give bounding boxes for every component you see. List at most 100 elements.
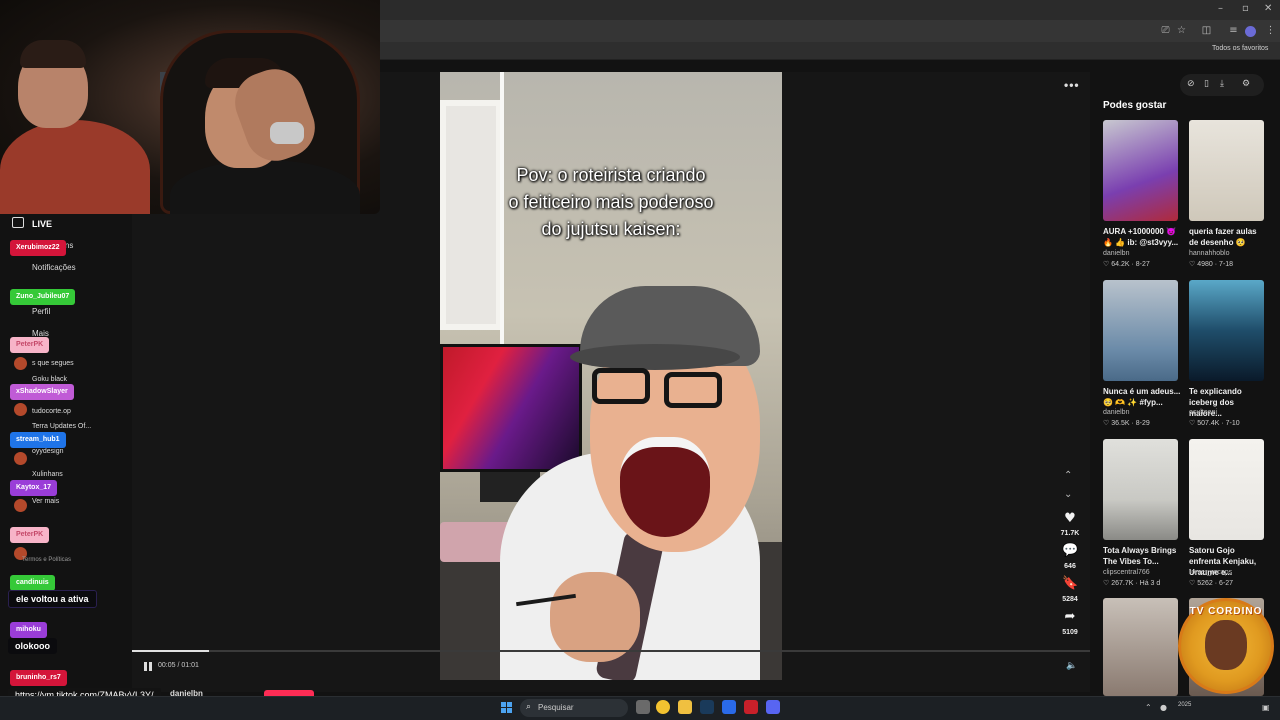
download-icon[interactable]: ⤓ bbox=[1220, 79, 1224, 89]
rec-title[interactable]: AURA +1000000 😈 🔥 👍 ib: @st3vyy... bbox=[1103, 226, 1181, 248]
minimize-icon[interactable]: – bbox=[1218, 3, 1223, 14]
rec-thumb-fill bbox=[1103, 280, 1178, 381]
all-bookmarks-link[interactable]: Todos os favoritos bbox=[1212, 45, 1268, 52]
sidebar-toggle-icon[interactable]: ≡ bbox=[1228, 25, 1239, 36]
extensions-icon[interactable]: ◫ bbox=[1201, 25, 1212, 36]
obs-icon[interactable] bbox=[744, 700, 758, 714]
rec-thumbnail-1[interactable] bbox=[1103, 120, 1178, 221]
following-heading: s que segues bbox=[32, 360, 74, 367]
rec-author[interactable]: hannahhoblo bbox=[1189, 250, 1230, 257]
following-account[interactable]: Xulinhans bbox=[32, 471, 63, 478]
tray-clock[interactable]: 2025 bbox=[1178, 702, 1191, 708]
star-bookmark-icon[interactable]: ☆ bbox=[1176, 25, 1187, 36]
chat-username: xShadowSlayer bbox=[10, 384, 74, 400]
app-icon[interactable] bbox=[722, 700, 736, 714]
rec-thumbnail-2[interactable] bbox=[1189, 120, 1264, 221]
chat-username-text: PeterPK bbox=[16, 341, 44, 348]
block-icon[interactable]: ⊘ bbox=[1187, 79, 1195, 89]
device-icon[interactable]: ▯ bbox=[1204, 79, 1209, 89]
rec-meta: ♡ 64.2K · 8-27 bbox=[1103, 261, 1150, 268]
nav-live[interactable]: LIVE bbox=[32, 219, 52, 229]
rec-thumb-fill bbox=[1189, 280, 1264, 381]
rec-likes: 267.7K bbox=[1111, 580, 1134, 587]
previous-video-icon[interactable]: ⌃ bbox=[1064, 470, 1072, 481]
footer-link[interactable]: Termos e Políticas bbox=[22, 557, 71, 563]
browser-profile-avatar[interactable] bbox=[1245, 26, 1256, 37]
close-window-icon[interactable]: ✕ bbox=[1264, 3, 1272, 14]
rec-thumbnail-6[interactable] bbox=[1189, 439, 1264, 540]
nav-notifications[interactable]: Notificações bbox=[32, 263, 76, 272]
steam-icon[interactable] bbox=[700, 700, 714, 714]
chat-username-text: stream_hub1 bbox=[16, 436, 60, 443]
recommendations-heading: Podes gostar bbox=[1103, 100, 1167, 111]
microphone-icon[interactable]: ● bbox=[1160, 703, 1167, 712]
file-explorer-icon[interactable] bbox=[678, 700, 692, 714]
chat-username-text: mihoku bbox=[16, 626, 41, 633]
rec-likes: 4980 bbox=[1197, 261, 1213, 268]
settings-icon[interactable]: ⚙ bbox=[1242, 79, 1250, 89]
chat-username: PeterPK bbox=[10, 527, 50, 543]
video-progress-fill bbox=[132, 650, 209, 652]
task-view-icon[interactable] bbox=[636, 700, 650, 714]
rec-author[interactable]: danielbn bbox=[1103, 409, 1129, 416]
save-count: 5284 bbox=[1062, 596, 1078, 603]
windows-start-icon[interactable] bbox=[501, 702, 513, 714]
like-heart-icon[interactable]: ♥ bbox=[1062, 511, 1078, 526]
following-account[interactable]: Goku black bbox=[32, 376, 67, 383]
see-more-link[interactable]: Ver mais bbox=[32, 498, 59, 505]
rec-author[interactable]: romer_recaps bbox=[1189, 569, 1232, 576]
rec-meta: ♡ 507.4K · 7-10 bbox=[1189, 420, 1240, 427]
rec-date: 7-10 bbox=[1225, 420, 1240, 427]
rec-title[interactable]: queria fazer aulas de desenho 🥺 bbox=[1189, 226, 1267, 248]
video-player[interactable]: Pov: o roteirista criando o feiticeiro m… bbox=[440, 72, 782, 680]
rec-author[interactable]: ocultoeni bbox=[1189, 409, 1217, 416]
rec-thumb-fill bbox=[1103, 120, 1178, 221]
person-hand bbox=[550, 572, 640, 662]
chat-username-text: Xerubimoz22 bbox=[16, 244, 60, 251]
nav-profile[interactable]: Perfil bbox=[32, 307, 50, 316]
taskbar-search[interactable] bbox=[520, 699, 628, 717]
more-options-icon[interactable]: ••• bbox=[1064, 78, 1080, 92]
video-time: 00:05 / 01:01 bbox=[158, 662, 199, 669]
share-icon[interactable]: ➦ bbox=[1062, 609, 1078, 624]
video-progress-track[interactable] bbox=[132, 650, 1090, 652]
rec-likes: 64.2K bbox=[1111, 261, 1130, 268]
rec-author[interactable]: clipscentral766 bbox=[1103, 569, 1150, 576]
chat-message: ele voltou a ativa bbox=[8, 590, 97, 608]
chat-username-text: PeterPK bbox=[16, 531, 44, 538]
rec-thumb-fill bbox=[1189, 439, 1264, 540]
rec-thumbnail-4[interactable] bbox=[1189, 280, 1264, 381]
following-account[interactable]: Terra Updates Of... bbox=[32, 423, 91, 430]
following-account[interactable]: tudocorte.op bbox=[32, 408, 71, 415]
rec-date: 6-27 bbox=[1219, 580, 1234, 587]
chrome-icon[interactable] bbox=[656, 700, 670, 714]
rec-thumbnail-3[interactable] bbox=[1103, 280, 1178, 381]
chat-username: stream_hub1 bbox=[10, 432, 66, 448]
notification-icon[interactable]: ▣ bbox=[1262, 703, 1270, 712]
taskbar-search-placeholder: Pesquisar bbox=[538, 703, 574, 712]
rec-author[interactable]: danielbn bbox=[1103, 250, 1129, 257]
chat-username: Xerubimoz22 bbox=[10, 240, 66, 256]
pause-icon[interactable] bbox=[144, 662, 153, 671]
discord-icon[interactable] bbox=[766, 700, 780, 714]
following-account[interactable]: oyydesign bbox=[32, 448, 64, 455]
cast-icon[interactable]: ⎚ bbox=[1160, 25, 1171, 36]
browser-menu-icon[interactable]: ⋮ bbox=[1265, 25, 1276, 36]
rec-thumb-fill bbox=[1189, 120, 1264, 221]
maximize-icon[interactable]: ▫ bbox=[1242, 3, 1249, 14]
tray-overflow-icon[interactable]: ⌃ bbox=[1145, 703, 1152, 712]
rec-thumbnail-7[interactable] bbox=[1103, 598, 1178, 696]
next-video-icon[interactable]: ⌄ bbox=[1064, 489, 1072, 500]
volume-icon[interactable]: 🔈 bbox=[1066, 661, 1077, 671]
video-caption: Pov: o roteirista criando o feiticeiro m… bbox=[508, 165, 714, 239]
live-icon bbox=[12, 217, 24, 228]
rec-date: Há 3 d bbox=[1139, 580, 1161, 587]
comment-icon[interactable]: 💬 bbox=[1062, 543, 1078, 558]
rec-date: 8-29 bbox=[1135, 420, 1150, 427]
glasses-lens-left bbox=[592, 368, 650, 404]
rec-title[interactable]: Nunca é um adeus... 🥺 🫶 ✨ #fyp... bbox=[1103, 386, 1181, 408]
bookmark-icon[interactable]: 🔖 bbox=[1062, 576, 1078, 591]
rec-thumbnail-5[interactable] bbox=[1103, 439, 1178, 540]
rec-title[interactable]: Tota Always Brings The Vibes To... bbox=[1103, 545, 1181, 567]
rec-meta: ♡ 5262 · 6-27 bbox=[1189, 580, 1234, 587]
